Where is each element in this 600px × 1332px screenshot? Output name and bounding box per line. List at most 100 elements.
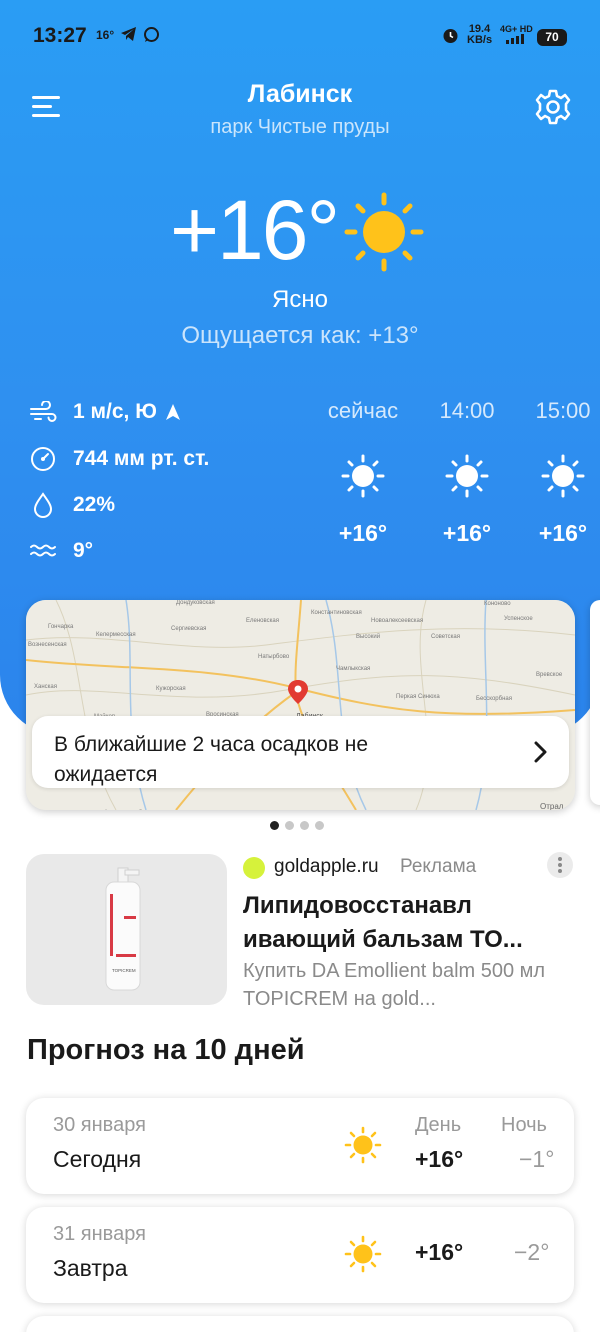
ad-description[interactable]: Купить DA Emollient balm 500 мл TOPICREM… <box>243 957 563 1013</box>
svg-text:Советская: Советская <box>431 634 460 640</box>
hourly-temp: +16° <box>538 520 588 546</box>
water-waves-icon <box>28 536 58 566</box>
whatsapp-icon <box>144 27 159 42</box>
carousel-dot[interactable] <box>285 821 294 830</box>
day-column-label: День <box>415 1114 462 1136</box>
ad-product-image[interactable]: TOPICREM <box>26 854 227 1005</box>
day-temperature: +16° <box>415 1239 464 1265</box>
hourly-time: сейчас <box>327 398 399 423</box>
humidity-value: 22% <box>73 493 116 516</box>
carousel-indicator <box>270 821 324 830</box>
svg-text:Вревское: Вревское <box>536 672 563 678</box>
night-temperature: −2° <box>514 1239 550 1265</box>
svg-text:Вознесенская: Вознесенская <box>28 642 67 648</box>
svg-text:Константиновская: Константиновская <box>311 610 362 616</box>
telegram-icon <box>121 27 136 41</box>
sun-icon <box>344 192 424 272</box>
goldapple-logo-icon <box>243 857 265 879</box>
sun-icon <box>344 1126 382 1164</box>
carousel-dot[interactable] <box>300 821 309 830</box>
current-temperature: +16° <box>170 183 340 277</box>
wind-param: 1 м/с, Ю <box>28 396 181 428</box>
ad-product-brand: TOPICREM <box>112 968 136 973</box>
svg-text:Дондуковская: Дондуковская <box>176 600 215 606</box>
signal-icon <box>506 34 524 44</box>
svg-text:Сергиевская: Сергиевская <box>171 626 206 632</box>
precipitation-map-card[interactable]: Дондуковская Гончарка Келермесская Серги… <box>26 600 575 810</box>
forecast-day-card[interactable]: 31 января Завтра +16° −2° <box>26 1207 574 1303</box>
status-bar: 13:27 16° 19.4 KB/s 4G+ HD 70 <box>0 0 600 74</box>
svg-text:Чамлыкская: Чамлыкская <box>336 666 370 672</box>
network-indicator: 4G+ HD <box>500 24 533 46</box>
pressure-gauge-icon <box>28 444 58 474</box>
ad-label: Реклама <box>400 856 477 877</box>
svg-text:Кужорская: Кужорская <box>156 686 186 692</box>
svg-text:Новоалексеевская: Новоалексеевская <box>371 618 423 624</box>
hourly-time: 15:00 <box>535 398 591 423</box>
network-speed-unit: KB/s <box>467 34 493 46</box>
day-date: 30 января <box>53 1114 146 1136</box>
svg-text:Еленовская: Еленовская <box>246 618 279 624</box>
sun-icon <box>445 454 489 498</box>
hourly-temp: +16° <box>338 520 388 546</box>
hourly-item[interactable]: сейчас +16° <box>318 398 408 547</box>
precipitation-info[interactable]: В ближайшие 2 часа осадков не ожидается <box>32 716 569 788</box>
wind-value: 1 м/с, Ю <box>73 400 157 423</box>
svg-text:Успенское: Успенское <box>504 616 533 622</box>
svg-text:Бесскорбная: Бесскорбная <box>476 696 512 702</box>
forecast-day-card[interactable] <box>26 1316 574 1332</box>
day-name: Сегодня <box>53 1146 142 1172</box>
pressure-param: 744 мм рт. ст. <box>28 443 209 475</box>
wind-icon <box>28 397 58 427</box>
svg-text:Гончарка: Гончарка <box>48 624 74 630</box>
map-attribution: Отрал <box>540 802 564 810</box>
ad-title[interactable]: Липидовосстанавл ивающий бальзам ТО... <box>243 889 563 957</box>
svg-text:Келермесская: Келермесская <box>96 632 136 638</box>
wind-direction-icon <box>165 404 180 420</box>
status-time: 13:27 <box>33 24 87 47</box>
battery-indicator: 70 <box>537 29 567 46</box>
day-temperature: +16° <box>415 1146 464 1172</box>
night-column-label: Ночь <box>501 1114 547 1136</box>
city-name[interactable]: Лабинск <box>0 80 600 109</box>
sun-icon <box>344 1235 382 1273</box>
hourly-item[interactable]: 14:00 +16° <box>422 398 512 547</box>
lotion-bottle-image: TOPICREM <box>105 867 141 991</box>
carousel-dot[interactable] <box>315 821 324 830</box>
water-temp-param: 9° <box>28 535 93 567</box>
district-name[interactable]: парк Чистые пруды <box>0 116 600 139</box>
alarm-icon <box>443 29 458 43</box>
forecast-title: Прогноз на 10 дней <box>27 1034 305 1066</box>
day-date: 31 января <box>53 1223 146 1245</box>
weather-condition: Ясно <box>272 286 328 313</box>
day-name: Завтра <box>53 1255 128 1281</box>
network-speed: 19.4 KB/s <box>467 24 492 46</box>
hourly-item[interactable]: 15:00 +16° <box>518 398 600 547</box>
svg-text:Перкая Синюха: Перкая Синюха <box>396 694 440 700</box>
status-temp: 16° <box>96 28 115 42</box>
ad-source[interactable]: goldapple.ru <box>274 856 379 878</box>
precipitation-message: В ближайшие 2 часа осадков не ожидается <box>54 733 369 786</box>
night-temperature: −1° <box>519 1146 555 1172</box>
settings-gear-icon[interactable] <box>534 88 572 126</box>
humidity-param: 22% <box>28 489 115 521</box>
water-temp-value: 9° <box>73 539 94 562</box>
sun-icon <box>541 454 585 498</box>
pressure-value: 744 мм рт. ст. <box>73 447 210 470</box>
svg-text:Кононово: Кононово <box>484 601 511 607</box>
next-card-peek[interactable] <box>590 600 600 805</box>
svg-text:Высокий: Высокий <box>356 633 380 640</box>
network-type: 4G+ HD <box>500 24 533 34</box>
forecast-day-card[interactable]: 30 января Сегодня День Ночь +16° −1° <box>26 1098 574 1194</box>
svg-text:Ханская: Ханская <box>34 684 57 690</box>
ad-more-options-icon[interactable] <box>547 852 573 878</box>
feels-like: Ощущается как: +13° <box>181 322 419 349</box>
svg-text:Ассокольский: Ассокольский <box>104 809 142 810</box>
hourly-time: 14:00 <box>439 398 495 423</box>
sun-icon <box>341 454 385 498</box>
humidity-drop-icon <box>28 490 58 520</box>
carousel-dot-active[interactable] <box>270 821 279 830</box>
chevron-right-icon <box>534 741 547 763</box>
hourly-temp: +16° <box>442 520 492 546</box>
svg-text:Натырбово: Натырбово <box>258 654 290 660</box>
